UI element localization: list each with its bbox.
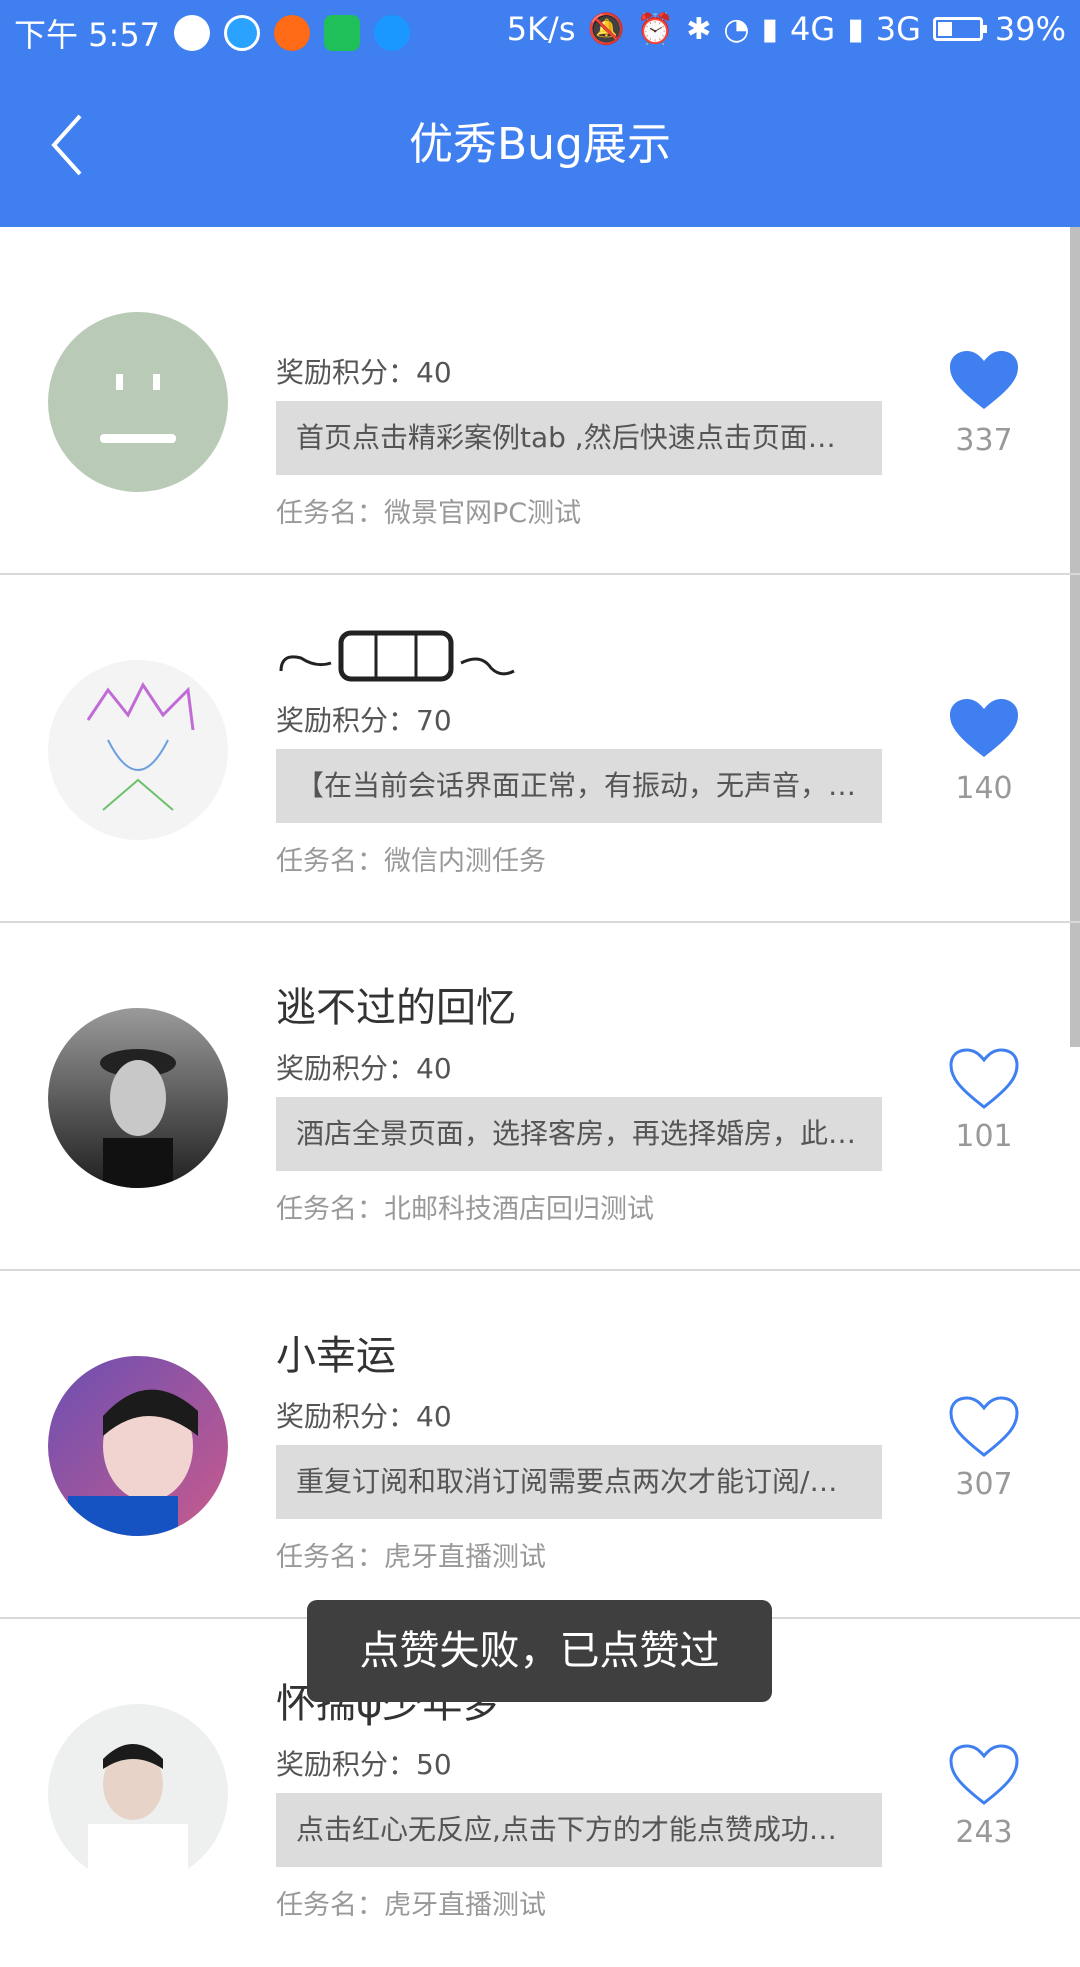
heart-filled-icon[interactable] (948, 697, 1020, 761)
status-bar: 下午 5:57 5K/s 🔕 ⏰ ✱ ◔ ▮ 4G ▮ 3G 39% (0, 0, 1080, 62)
clock: 下午 5:57 (14, 16, 161, 54)
bug-description[interactable]: 点击红心无反应,点击下方的才能点赞成功… (276, 1793, 882, 1867)
bluetooth-icon: ✱ (686, 11, 712, 47)
network-type-2: 3G (875, 10, 921, 48)
reward-points: 奖励积分：40 (276, 1400, 452, 1433)
bug-description[interactable]: 首页点击精彩案例tab ,然后快速点击页面上… (276, 401, 882, 475)
crop-app-icon (274, 15, 311, 51)
reward-points: 奖励积分：70 (276, 704, 452, 737)
like-count: 337 (955, 423, 1013, 458)
like-count: 307 (955, 1467, 1013, 1502)
avatar[interactable] (48, 1008, 228, 1188)
mute-icon: 🔕 (587, 11, 625, 47)
heart-outline-icon[interactable] (948, 1395, 1020, 1459)
wifi-icon: ◔ (723, 11, 750, 47)
bug-description[interactable]: 重复订阅和取消订阅需要点两次才能订阅/取… (276, 1445, 882, 1519)
task-name: 任务名：微信内测任务 (276, 846, 546, 877)
like-count: 140 (955, 771, 1013, 806)
signal-icon: ▮ (761, 11, 779, 47)
heart-filled-icon[interactable] (948, 349, 1020, 413)
avatar[interactable] (48, 1704, 228, 1884)
upload-app-icon (374, 15, 411, 51)
page-title: 优秀Bug展示 (408, 119, 671, 170)
alarm-icon: ⏰ (636, 11, 675, 47)
bug-description[interactable]: 酒店全景页面，选择客房，再选择婚房，此… (276, 1097, 882, 1171)
reward-points: 奖励积分：50 (276, 1748, 452, 1781)
avatar[interactable] (48, 660, 228, 840)
bug-description[interactable]: 【在当前会话界面正常，有振动，无声音，… (276, 749, 882, 823)
battery-icon (932, 17, 987, 41)
heart-outline-icon[interactable] (948, 1047, 1020, 1111)
list-item[interactable]: 奖励积分：70 【在当前会话界面正常，有振动，无声音，… 任务名：微信内测任务 … (0, 575, 1080, 923)
title-bar: 优秀Bug展示 (0, 62, 1080, 227)
avatar[interactable] (48, 1356, 228, 1536)
decorative-name-image (279, 630, 515, 682)
task-name: 任务名：北邮科技酒店回归测试 (276, 1194, 654, 1225)
task-name: 任务名：虎牙直播测试 (276, 1542, 546, 1573)
user-name: 逃不过的回忆 (276, 985, 516, 1031)
network-speed: 5K/s (506, 10, 576, 48)
network-type-1: 4G (790, 10, 836, 48)
task-name: 任务名：虎牙直播测试 (276, 1890, 546, 1921)
list-item[interactable]: 小幸运 奖励积分：40 重复订阅和取消订阅需要点两次才能订阅/取… 任务名：虎牙… (0, 1271, 1080, 1619)
list-item[interactable]: 逃不过的回忆 奖励积分：40 酒店全景页面，选择客房，再选择婚房，此… 任务名：… (0, 923, 1080, 1271)
wps-icon (324, 15, 361, 51)
avatar[interactable] (48, 312, 228, 492)
battery-percent: 39% (994, 10, 1066, 48)
reward-points: 奖励积分：40 (276, 1052, 452, 1085)
signal-icon-2: ▮ (847, 11, 864, 47)
user-name: 小幸运 (276, 1333, 396, 1379)
toast-message: 点赞失败，已点赞过 (307, 1600, 772, 1702)
reward-points: 奖励积分：40 (276, 356, 452, 389)
list-item[interactable]: 奖励积分：40 首页点击精彩案例tab ,然后快速点击页面上… 任务名：微景官网… (0, 227, 1080, 575)
task-name: 任务名：微景官网PC测试 (276, 498, 582, 529)
bug-list: 奖励积分：40 首页点击精彩案例tab ,然后快速点击页面上… 任务名：微景官网… (0, 227, 1080, 1967)
like-count: 101 (955, 1119, 1013, 1154)
qq-icon (174, 15, 211, 51)
browser-icon (224, 15, 261, 51)
like-count: 243 (955, 1815, 1013, 1850)
heart-outline-icon[interactable] (948, 1743, 1020, 1807)
